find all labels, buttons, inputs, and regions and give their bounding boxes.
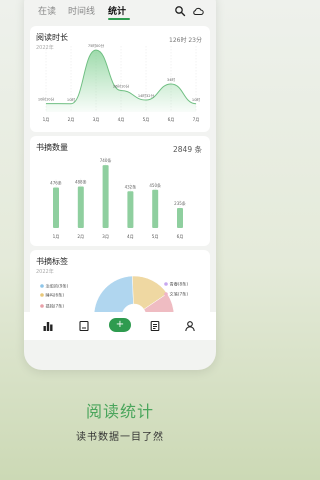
data-label: 740条 [100,157,112,163]
legend-label: 青春(8条) [170,281,189,288]
x-tick-label: 5月 [152,234,159,240]
legend-swatch [40,284,44,288]
x-tick-label: 3月 [102,234,109,240]
data-label: 75时00分 [88,43,105,48]
legend-swatch [164,292,168,296]
bar [152,189,159,228]
bar [77,186,84,228]
data-label: 10时 [192,97,201,102]
x-tick-label: 1月 [43,117,50,123]
tab-statistics[interactable]: 统计 [108,4,126,17]
legend-swatch [164,282,168,286]
add-button[interactable]: + [109,318,131,332]
bar [53,187,59,228]
search-icon[interactable] [174,5,186,17]
data-label: 432条 [125,183,137,189]
x-tick-label: 5月 [143,117,150,123]
tab-reading[interactable]: 在读 [38,4,56,17]
data-label: 34时 [167,77,176,82]
legend-label: 孤独(7条) [46,303,65,310]
excerpt-count-card: 书摘数量 2849 条 476条 1月 488条 2月 740条 3月 432条 4月 450条… [30,136,210,246]
x-tick-label: 7月 [193,117,200,123]
bar [177,208,183,228]
x-tick-label: 2月 [77,234,84,240]
data-label: 450条 [149,182,161,188]
book-icon[interactable] [78,320,90,332]
excerpt-count-chart: 476条 1月 488条 2月 740条 3月 432条 4月 450条 5月 235条 6月 [50,157,186,240]
legend-swatch [40,293,44,297]
cloud-icon[interactable] [192,5,204,17]
notes-icon[interactable] [149,320,161,332]
bar [102,165,109,228]
x-tick-label: 1月 [53,234,60,240]
x-tick-label: 4月 [118,117,125,123]
top-tab-bar: 在读 时间线 统计 [24,0,216,22]
data-label: 488条 [75,179,87,185]
legend-label: 治愈的(9条) [46,283,69,290]
x-tick-label: 6月 [168,117,175,123]
bottom-nav: + [24,312,216,340]
promo-subtitle: 读书数据一目了然 [76,432,164,443]
x-tick-label: 3月 [93,117,100,123]
x-tick-label: 6月 [177,234,184,240]
data-label: 10时 [67,97,76,102]
x-tick-label: 2月 [68,117,75,123]
excerpt-tags-chart: 治愈的(9条) 睡吗(6条) 孤独(7条) 青春(8条) 文笔(7条) [40,275,189,320]
legend-label: 文笔(7条) [170,291,189,298]
legend-swatch [40,304,44,308]
reading-time-card: 阅读时长 2022年 126时 23分 10时10分 1月 10时 2月 75时00分 3… [30,26,210,132]
legend-label: 睡吗(6条) [46,292,65,299]
data-label: 235条 [174,200,186,206]
bar [127,191,134,228]
reading-time-chart: 10时10分 1月 10时 2月 75时00分 3月 26时10分 4月 14时32分 5月 34时… [38,43,201,123]
profile-icon[interactable] [184,320,196,332]
data-label: 476条 [50,180,62,186]
data-label: 10时10分 [38,97,55,102]
chart-icon[interactable] [42,320,54,332]
promo-title: 阅读统计 [85,402,154,421]
pie-slice [93,275,134,317]
tab-timeline[interactable]: 时间线 [68,4,95,17]
data-label: 14时32分 [138,93,155,98]
phone-frame: 在读 时间线 统计 阅读时长 2022年 126时 23分 10时10分 1月 10… [24,0,216,370]
x-tick-label: 4月 [127,234,134,240]
data-label: 26时10分 [113,84,130,89]
excerpt-tags-card: 书摘标签 2022年 治愈的(9条) 睡吗(6条) 孤独(7条) 青春(8条) 文笔(7… [30,250,210,320]
active-tab-indicator [108,18,130,20]
